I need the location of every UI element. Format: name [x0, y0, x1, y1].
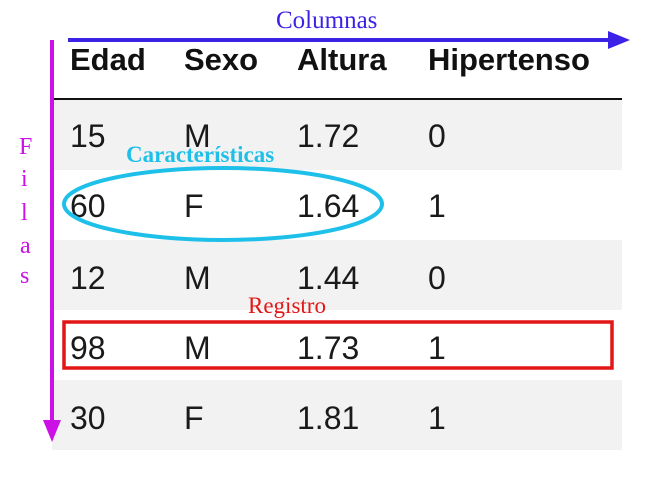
feature-label: Características	[126, 142, 275, 167]
columns-label: Columnas	[276, 7, 378, 34]
feature-highlight-ellipse	[62, 166, 384, 242]
rows-label-letter: F	[19, 134, 33, 160]
rows-label-letter: s	[20, 263, 30, 289]
rows-label-letter: a	[20, 233, 31, 259]
annotation-overlay	[43, 31, 630, 442]
rows-arrow	[43, 40, 61, 442]
rows-label-letter: l	[21, 200, 28, 226]
record-label: Registro	[248, 293, 326, 318]
record-highlight-box	[62, 320, 614, 370]
rows-label-letter: i	[21, 166, 28, 192]
